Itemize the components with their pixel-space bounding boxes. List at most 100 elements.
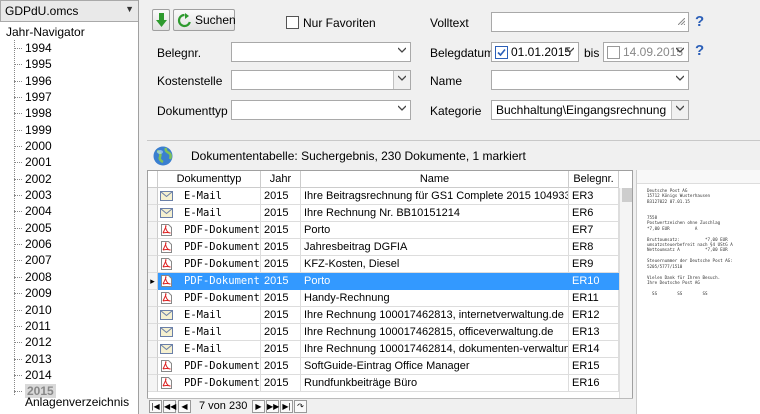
year-item[interactable]: 2001: [0, 154, 138, 170]
chevron-down-icon: [398, 75, 406, 81]
cell-name: Jahresbeitrag DGFIA: [301, 239, 569, 256]
next-block-button[interactable]: ▶▶: [266, 400, 279, 413]
cell-dokumenttyp: E-Mail: [158, 188, 261, 205]
chevron-down-icon: [566, 47, 574, 53]
year-item[interactable]: 2011: [0, 318, 138, 334]
splitter[interactable]: [139, 170, 147, 414]
date-to-checkbox[interactable]: [607, 46, 620, 59]
year-label: 2005: [25, 220, 52, 235]
kostenstelle-combobox[interactable]: [231, 70, 411, 90]
year-item[interactable]: 1998: [0, 105, 138, 121]
reload-button[interactable]: ↷: [294, 400, 307, 413]
year-item[interactable]: 1994: [0, 40, 138, 56]
table-row[interactable]: E-Mail 2015 Ihre Rechnung 100017462815, of…: [148, 324, 619, 341]
year-item[interactable]: 2003: [0, 187, 138, 203]
belegnr-combobox[interactable]: [231, 42, 411, 62]
year-item[interactable]: 2014: [0, 367, 138, 383]
table-row[interactable]: PDF-Dokument 2015 SoftGuide-Eintrag Office…: [148, 358, 619, 375]
cell-name: Ihre Rechnung 100017462815, officeverwal…: [301, 324, 569, 341]
year-item[interactable]: 1996: [0, 73, 138, 89]
volltext-input[interactable]: [491, 12, 689, 32]
dokumenttyp-combobox[interactable]: [231, 100, 411, 120]
next-page-button[interactable]: ▶: [252, 400, 265, 413]
year-item[interactable]: 2010: [0, 302, 138, 318]
year-item[interactable]: 2013: [0, 351, 138, 367]
refresh-icon: [177, 13, 191, 28]
row-header[interactable]: [148, 358, 158, 375]
year-label: 2000: [25, 139, 52, 154]
year-item[interactable]: 2005: [0, 220, 138, 236]
row-header[interactable]: [148, 324, 158, 341]
search-button[interactable]: Suchen: [173, 9, 236, 31]
cell-dokumenttyp: PDF-Dokument: [158, 358, 261, 375]
table-row[interactable]: PDF-Dokument 2015 Porto ER7: [148, 222, 619, 239]
row-header[interactable]: [148, 205, 158, 222]
table-row[interactable]: E-Mail 2015 Ihre Rechnung 100017462814, do…: [148, 341, 619, 358]
year-item[interactable]: 2000: [0, 138, 138, 154]
row-header[interactable]: [148, 375, 158, 392]
table-row[interactable]: ▸ PDF-Dokument 2015 Porto ER10: [148, 273, 619, 290]
prev-block-button[interactable]: ◀◀: [163, 400, 176, 413]
cell-jahr: 2015: [261, 341, 301, 358]
search-button-label: Suchen: [195, 13, 236, 27]
table-row[interactable]: E-Mail 2015 Ihre Beitragsrechnung für GS1 …: [148, 188, 619, 205]
row-header[interactable]: [148, 307, 158, 324]
year-label: 2002: [25, 171, 52, 186]
help-icon[interactable]: ?: [695, 13, 704, 30]
year-label: 2009: [25, 286, 52, 301]
row-header[interactable]: [148, 256, 158, 273]
year-item[interactable]: 1999: [0, 122, 138, 138]
download-button[interactable]: [152, 9, 170, 31]
cell-belegnr: ER14: [569, 341, 619, 358]
asset-register-item[interactable]: Anlagenverzeichnis: [25, 395, 129, 409]
kategorie-combobox[interactable]: Buchhaltung\Eingangsrechnung: [491, 100, 689, 120]
row-header[interactable]: [148, 341, 158, 358]
name-combobox[interactable]: [491, 70, 689, 90]
help-icon[interactable]: ?: [695, 42, 704, 59]
table-row[interactable]: PDF-Dokument 2015 Jahresbeitrag DGFIA ER8: [148, 239, 619, 256]
year-label: 2007: [25, 253, 52, 268]
bis-label: bis: [584, 46, 600, 60]
document-table: Dokumenttyp Jahr Name Belegnr. E-Mail 201…: [147, 170, 633, 414]
row-header[interactable]: [148, 188, 158, 205]
belegdatum-to-picker[interactable]: 14.09.2015: [603, 42, 689, 62]
table-row[interactable]: PDF-Dokument 2015 Rundfunkbeiträge Büro ER1…: [148, 375, 619, 392]
year-item[interactable]: 2009: [0, 285, 138, 301]
favorites-checkbox[interactable]: [286, 16, 299, 29]
cell-name: Rundfunkbeiträge Büro: [301, 375, 569, 392]
year-item[interactable]: 1995: [0, 56, 138, 72]
year-item[interactable]: 2007: [0, 252, 138, 268]
scrollbar-thumb[interactable]: [622, 188, 632, 202]
first-page-button[interactable]: |◀: [149, 400, 162, 413]
year-item[interactable]: 2002: [0, 171, 138, 187]
table-row[interactable]: PDF-Dokument 2015 KFZ-Kosten, Diesel ER9: [148, 256, 619, 273]
column-header-belegnr[interactable]: Belegnr.: [569, 171, 619, 188]
row-header[interactable]: [148, 239, 158, 256]
cell-jahr: 2015: [261, 205, 301, 222]
column-header-dokumenttyp[interactable]: Dokumenttyp: [158, 171, 261, 188]
pdf-icon: [161, 292, 172, 304]
pdf-icon: [161, 275, 172, 287]
year-item[interactable]: 2004: [0, 203, 138, 219]
year-item[interactable]: 1997: [0, 89, 138, 105]
row-header[interactable]: ▸: [148, 273, 158, 290]
row-header[interactable]: [148, 290, 158, 307]
table-row[interactable]: E-Mail 2015 Ihre Rechnung Nr. BB10151214 ER…: [148, 205, 619, 222]
column-header-name[interactable]: Name: [301, 171, 569, 188]
year-item[interactable]: 2008: [0, 269, 138, 285]
cell-name: Ihre Rechnung 100017462814, dokumenten-v…: [301, 341, 569, 358]
database-select[interactable]: GDPdU.omcs ▼: [0, 0, 138, 22]
date-from-checkbox[interactable]: [495, 46, 508, 59]
cell-name: Ihre Rechnung 100017462813, internetverw…: [301, 307, 569, 324]
table-row[interactable]: E-Mail 2015 Ihre Rechnung 100017462813, in…: [148, 307, 619, 324]
last-page-button[interactable]: ▶|: [280, 400, 293, 413]
year-item[interactable]: 2006: [0, 236, 138, 252]
column-header-jahr[interactable]: Jahr: [261, 171, 301, 188]
vertical-scrollbar[interactable]: [619, 188, 632, 398]
year-item[interactable]: 2012: [0, 334, 138, 350]
cell-jahr: 2015: [261, 273, 301, 290]
row-header[interactable]: [148, 222, 158, 239]
prev-page-button[interactable]: ◀: [178, 400, 191, 413]
belegdatum-from-picker[interactable]: 01.01.2015: [491, 42, 579, 62]
table-row[interactable]: PDF-Dokument 2015 Handy-Rechnung ER11: [148, 290, 619, 307]
